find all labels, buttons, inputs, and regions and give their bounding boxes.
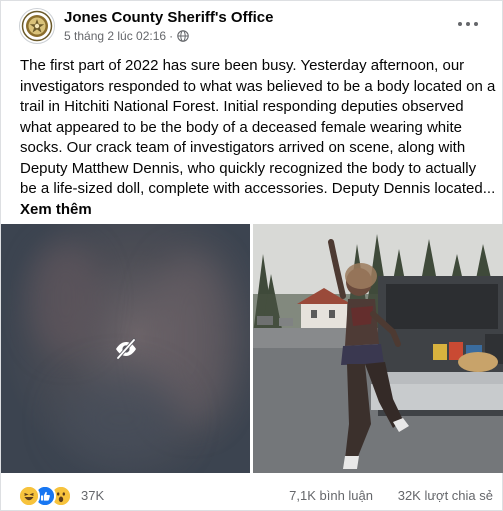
post-body: The first part of 2022 has sure been bus…	[20, 57, 496, 197]
more-options-button[interactable]	[458, 16, 478, 32]
truck-doll-scene	[253, 224, 503, 473]
globe-icon	[177, 30, 189, 42]
post-header: Jones County Sheriff's Office 5 tháng 2 …	[13, 8, 492, 46]
reaction-count[interactable]: 37K	[81, 488, 104, 503]
share-count[interactable]: 32K lượt chia sẻ	[398, 488, 493, 503]
doll-photo[interactable]	[253, 224, 503, 473]
post-stats: 37K 7,1K bình luận 32K lượt chia sẻ	[1, 483, 503, 507]
more-dot	[458, 22, 462, 26]
blur-shape	[61, 374, 181, 464]
page-avatar[interactable]	[19, 8, 55, 44]
post-card: Jones County Sheriff's Office 5 tháng 2 …	[0, 0, 503, 511]
more-dot	[474, 22, 478, 26]
page-name[interactable]: Jones County Sheriff's Office	[64, 9, 273, 26]
haha-reaction-icon	[18, 485, 40, 507]
photo-grid	[1, 224, 503, 473]
hidden-photo[interactable]	[1, 224, 250, 473]
meta-separator: ·	[169, 29, 174, 43]
eye-slash-icon[interactable]	[114, 338, 138, 360]
sheriff-badge-icon	[21, 10, 53, 42]
comment-count[interactable]: 7,1K bình luận	[289, 488, 373, 503]
post-timestamp[interactable]: 5 tháng 2 lúc 02:16	[64, 29, 166, 43]
see-more-link[interactable]: Xem thêm	[20, 201, 92, 218]
blur-shape	[31, 244, 101, 354]
post-text: The first part of 2022 has sure been bus…	[20, 56, 496, 220]
post-meta: 5 tháng 2 lúc 02:16 ·	[64, 29, 189, 43]
more-dot	[466, 22, 470, 26]
